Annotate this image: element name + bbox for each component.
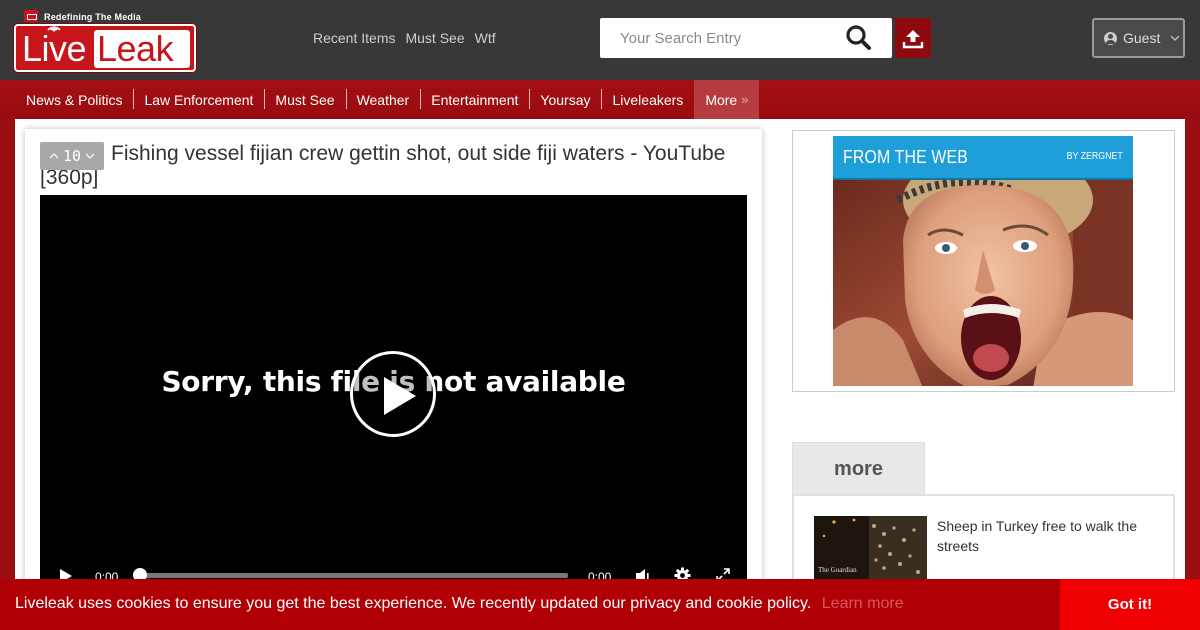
account-label: Guest (1123, 30, 1161, 46)
search-box (600, 18, 892, 58)
video-player[interactable]: Sorry, this file is not available 0:00 0… (40, 195, 747, 590)
top-links: Recent Items Must See Wtf (313, 30, 496, 46)
more-item-title[interactable]: Sheep in Turkey free to walk the streets (937, 516, 1167, 556)
chevron-right-icon: » (741, 92, 749, 107)
upload-icon (902, 30, 924, 49)
chevron-up-icon (49, 153, 59, 159)
cookie-accept-button[interactable]: Got it! (1060, 579, 1200, 630)
top-header: Redefining The Media Live Leak Recent It… (0, 0, 1200, 80)
top-link-must-see[interactable]: Must See (405, 30, 464, 46)
top-link-wtf[interactable]: Wtf (475, 30, 496, 46)
screaming-woman-photo (833, 180, 1133, 386)
video-title: Fishing vessel fijian crew gettin shot, … (40, 142, 726, 189)
nav-item-more[interactable]: More » (694, 80, 760, 119)
nav-item-must-see[interactable]: Must See (264, 80, 345, 119)
tv-icon (24, 10, 38, 22)
big-play-button[interactable] (350, 351, 436, 437)
user-icon (1104, 31, 1117, 45)
thumb-caption: The Guardian (818, 566, 857, 574)
logo-word-leak: Leak (97, 28, 174, 69)
nav-item-weather[interactable]: Weather (345, 80, 421, 119)
vote-button[interactable]: 10 (40, 142, 104, 170)
ad-header: FROM THE WEB BY ZERGNET (833, 136, 1133, 178)
more-tab[interactable]: more (792, 442, 925, 496)
top-link-recent-items[interactable]: Recent Items (313, 30, 395, 46)
vote-count: 10 (62, 147, 82, 165)
cookie-message-text: Liveleak uses cookies to ensure you get … (15, 595, 812, 612)
ad-header-title: FROM THE WEB (843, 147, 969, 167)
liveleak-logo[interactable]: Redefining The Media Live Leak (14, 10, 196, 72)
cookie-consent-bar: Liveleak uses cookies to ensure you get … (0, 579, 1200, 630)
nav-item-liveleakers[interactable]: Liveleakers (601, 80, 694, 119)
category-nav: News & Politics Law Enforcement Must See… (0, 80, 1200, 119)
nav-item-entertainment[interactable]: Entertainment (420, 80, 529, 119)
chevron-down-icon (85, 153, 95, 159)
cookie-learn-more-link[interactable]: Learn more (822, 595, 904, 612)
nav-item-law-enforcement[interactable]: Law Enforcement (133, 80, 264, 119)
more-item-thumbnail[interactable]: The Guardian (814, 516, 927, 580)
nav-item-news-politics[interactable]: News & Politics (15, 80, 133, 119)
search-input[interactable] (600, 18, 840, 58)
ad-image[interactable] (833, 178, 1133, 386)
street-night-photo: The Guardian (814, 516, 927, 580)
search-icon[interactable] (844, 24, 874, 52)
nav-item-yoursay[interactable]: Yoursay (529, 80, 601, 119)
progress-bar[interactable] (136, 573, 568, 578)
logo-word-live: Live (22, 28, 87, 69)
cookie-message: Liveleak uses cookies to ensure you get … (15, 595, 904, 613)
ad-byline: BY ZERGNET (1066, 151, 1123, 162)
upload-button[interactable] (895, 18, 931, 58)
chevron-down-icon (1170, 35, 1180, 41)
nav-more-label: More (705, 91, 738, 108)
account-menu-button[interactable]: Guest (1092, 18, 1185, 58)
